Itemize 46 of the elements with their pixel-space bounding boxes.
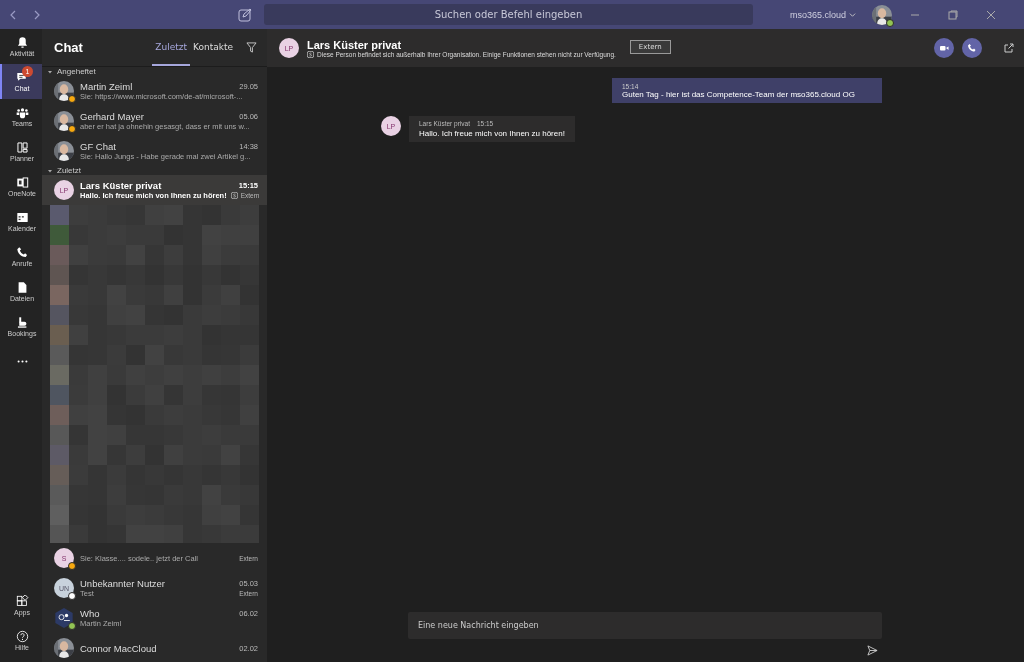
compose-icon[interactable] bbox=[238, 7, 252, 22]
tab[interactable]: Zuletzt bbox=[152, 29, 190, 66]
apps-icon bbox=[15, 595, 29, 608]
contact-name: Lars Küster privat bbox=[307, 38, 403, 51]
help-icon bbox=[15, 630, 29, 643]
collapse-icon[interactable] bbox=[47, 167, 53, 174]
panel-title: Chat bbox=[54, 40, 84, 55]
bookings-icon bbox=[15, 316, 29, 329]
video-camera-icon bbox=[939, 43, 949, 53]
group-avatar-icon bbox=[54, 608, 74, 628]
pop-out-icon[interactable] bbox=[1004, 43, 1014, 53]
board-icon bbox=[15, 141, 29, 154]
notebook-icon bbox=[15, 176, 29, 189]
contact-name: Gerhard Mayer bbox=[80, 111, 144, 122]
tab[interactable]: Kontakte bbox=[190, 29, 236, 66]
contact-name: GF Chat bbox=[80, 141, 116, 152]
section-header[interactable]: Zuletzt bbox=[57, 166, 81, 175]
skype-icon bbox=[230, 192, 238, 199]
phone-icon bbox=[15, 246, 29, 259]
contact-name: Unbekannter Nutzer bbox=[80, 578, 166, 589]
maximize-icon[interactable] bbox=[948, 9, 958, 20]
audio-call-button[interactable] bbox=[962, 38, 982, 58]
bell-icon bbox=[15, 36, 29, 49]
phone-icon bbox=[967, 43, 977, 53]
message-text: Guten Tag - hier ist das Competence-Team der mso365.cloud OG bbox=[622, 90, 856, 99]
contact-name: Lars Küster privat bbox=[80, 180, 162, 191]
back-icon[interactable] bbox=[8, 9, 18, 20]
close-icon[interactable] bbox=[986, 9, 996, 20]
calendar-icon bbox=[15, 211, 29, 224]
tenant-switcher[interactable]: mso365.cloud bbox=[783, 8, 862, 21]
contact-name: Who bbox=[80, 608, 100, 619]
collapse-icon[interactable] bbox=[47, 68, 53, 75]
section-header[interactable]: Angeheftet bbox=[57, 67, 96, 76]
status-dot bbox=[886, 18, 894, 27]
contact-name: Martin Zeiml bbox=[80, 81, 133, 92]
skype-icon bbox=[307, 50, 314, 58]
message-input[interactable]: Eine neue Nachricht eingeben bbox=[408, 612, 882, 639]
forward-icon[interactable] bbox=[32, 9, 42, 20]
caret-icon bbox=[849, 11, 856, 18]
contact-name: Connor MacCloud bbox=[80, 642, 157, 654]
video-call-button[interactable] bbox=[934, 38, 954, 58]
send-icon[interactable] bbox=[867, 645, 878, 656]
filter-icon[interactable] bbox=[246, 42, 257, 53]
message-text: Hallo. Ich freue mich von Ihnen zu hören! bbox=[419, 129, 565, 138]
search-field[interactable]: Suchen oder Befehl eingeben bbox=[264, 4, 753, 25]
people-icon bbox=[15, 106, 29, 119]
